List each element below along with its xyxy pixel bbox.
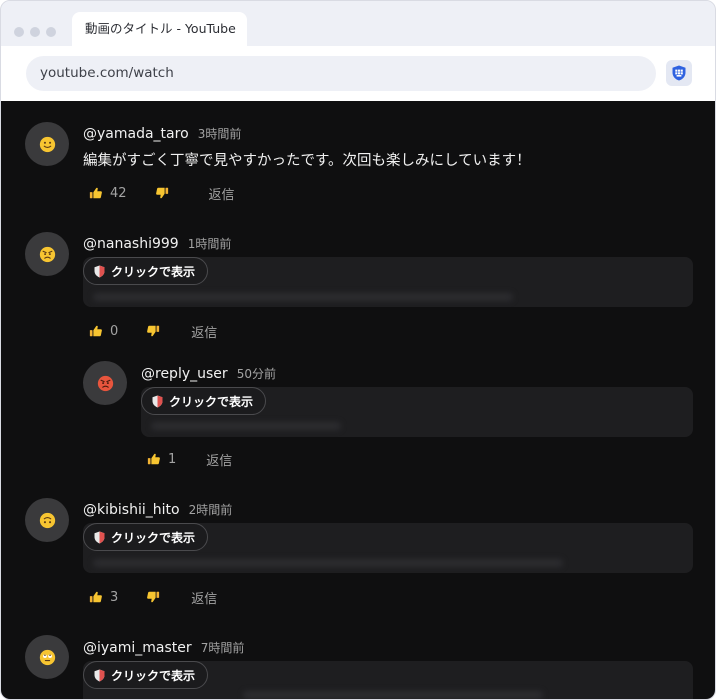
comment-header: @reply_user 50分前 (141, 363, 276, 382)
shield-grid-icon (672, 65, 686, 81)
comment-text: 編集がすごく丁寧で見やすかったです。次回も楽しみにしています！ (83, 153, 531, 169)
username[interactable]: @reply_user (141, 366, 228, 382)
thumbs-up-icon (89, 325, 102, 337)
angry-face-icon (39, 246, 55, 262)
like-count: 1 (168, 451, 177, 467)
comment-actions: 3 返信 (89, 586, 217, 608)
avatar[interactable] (25, 498, 69, 542)
thumbs-up-icon (89, 187, 102, 199)
reply-button[interactable]: 返信 (209, 184, 235, 203)
username[interactable]: @kibishii_hito (83, 502, 180, 518)
shield-icon (94, 265, 105, 277)
extension-button[interactable] (666, 60, 692, 86)
blurred-text (93, 293, 513, 301)
timestamp[interactable]: 7時間前 (201, 641, 245, 655)
tab-bar: 動画のタイトル - YouTube (1, 1, 715, 46)
shield-icon (94, 669, 105, 681)
hidden-comment-overlay: クリックで表示 (83, 523, 693, 573)
comment-thread: @kibishii_hito 2時間前 クリックで表示 3 返信 (1, 486, 715, 616)
comment-thread: @iyami_master 7時間前 クリックで表示 (1, 623, 715, 699)
comment-thread: @yamada_taro 3時間前 編集がすごく丁寧で見やすかったです。次回も楽… (1, 101, 715, 211)
like-button[interactable]: 0 (89, 324, 118, 339)
like-count: 0 (110, 323, 119, 339)
comment-header: @kibishii_hito 2時間前 (83, 499, 232, 518)
blurred-text (93, 559, 563, 567)
comment-actions: 1 返信 (147, 448, 232, 470)
timestamp[interactable]: 1時間前 (188, 237, 232, 251)
window-minimize-dot[interactable] (30, 27, 40, 37)
hidden-comment-overlay: クリックで表示 (83, 257, 693, 307)
comment-actions: 42 返信 (89, 182, 235, 204)
reveal-label: クリックで表示 (169, 394, 254, 409)
avatar[interactable] (25, 122, 69, 166)
reveal-button[interactable]: クリックで表示 (141, 387, 267, 415)
reply-thread: @reply_user 50分前 クリックで表示 1 返信 (1, 351, 715, 481)
avatar[interactable] (25, 232, 69, 276)
thumbs-up-icon (147, 453, 160, 465)
reply-button[interactable]: 返信 (206, 450, 232, 469)
address-bar[interactable]: youtube.com/watch (26, 56, 656, 91)
timestamp[interactable]: 50分前 (237, 367, 276, 381)
shield-icon (152, 395, 163, 407)
comment-header: @nanashi999 1時間前 (83, 233, 231, 252)
dislike-button[interactable] (146, 590, 160, 604)
dislike-button[interactable] (146, 324, 160, 338)
timestamp[interactable]: 2時間前 (189, 503, 233, 517)
username[interactable]: @yamada_taro (83, 126, 189, 142)
like-count: 3 (110, 589, 119, 605)
reveal-button[interactable]: クリックで表示 (83, 661, 209, 689)
thumbs-down-icon (155, 187, 168, 199)
pouting-face-icon (97, 375, 113, 391)
reveal-label: クリックで表示 (111, 530, 196, 545)
username[interactable]: @nanashi999 (83, 236, 179, 252)
upside-down-face-icon (39, 512, 55, 528)
shield-icon (94, 531, 105, 543)
comment-actions: 0 返信 (89, 320, 217, 342)
reply-button[interactable]: 返信 (191, 322, 217, 341)
reveal-label: クリックで表示 (111, 668, 196, 683)
like-button[interactable]: 3 (89, 590, 118, 605)
comment-header: @yamada_taro 3時間前 (83, 123, 241, 142)
comment-header: @iyami_master 7時間前 (83, 637, 244, 656)
avatar[interactable] (83, 361, 127, 405)
slightly-smiling-face-icon (39, 136, 55, 152)
thumbs-down-icon (147, 591, 160, 603)
timestamp[interactable]: 3時間前 (198, 127, 242, 141)
thumbs-down-icon (147, 325, 160, 337)
reveal-button[interactable]: クリックで表示 (83, 257, 209, 285)
reply-button[interactable]: 返信 (191, 588, 217, 607)
reveal-label: クリックで表示 (111, 264, 196, 279)
like-button[interactable]: 42 (89, 186, 127, 201)
blurred-text (243, 691, 543, 699)
like-count: 42 (110, 185, 127, 201)
browser-toolbar: youtube.com/watch (1, 46, 715, 101)
thumbs-up-icon (89, 591, 102, 603)
rolling-eyes-face-icon (39, 649, 55, 665)
comments-section: @yamada_taro 3時間前 編集がすごく丁寧で見やすかったです。次回も楽… (1, 101, 715, 699)
avatar[interactable] (25, 635, 69, 679)
username[interactable]: @iyami_master (83, 640, 192, 656)
reveal-button[interactable]: クリックで表示 (83, 523, 209, 551)
hidden-comment-overlay: クリックで表示 (141, 387, 693, 437)
dislike-button[interactable] (155, 186, 169, 200)
hidden-comment-overlay: クリックで表示 (83, 661, 693, 699)
blurred-text (151, 422, 341, 430)
window-maximize-dot[interactable] (46, 27, 56, 37)
browser-tab[interactable]: 動画のタイトル - YouTube (72, 12, 247, 46)
browser-window: 動画のタイトル - YouTube youtube.com/watch @yam… (0, 0, 716, 700)
like-button[interactable]: 1 (147, 452, 176, 467)
window-close-dot[interactable] (14, 27, 24, 37)
